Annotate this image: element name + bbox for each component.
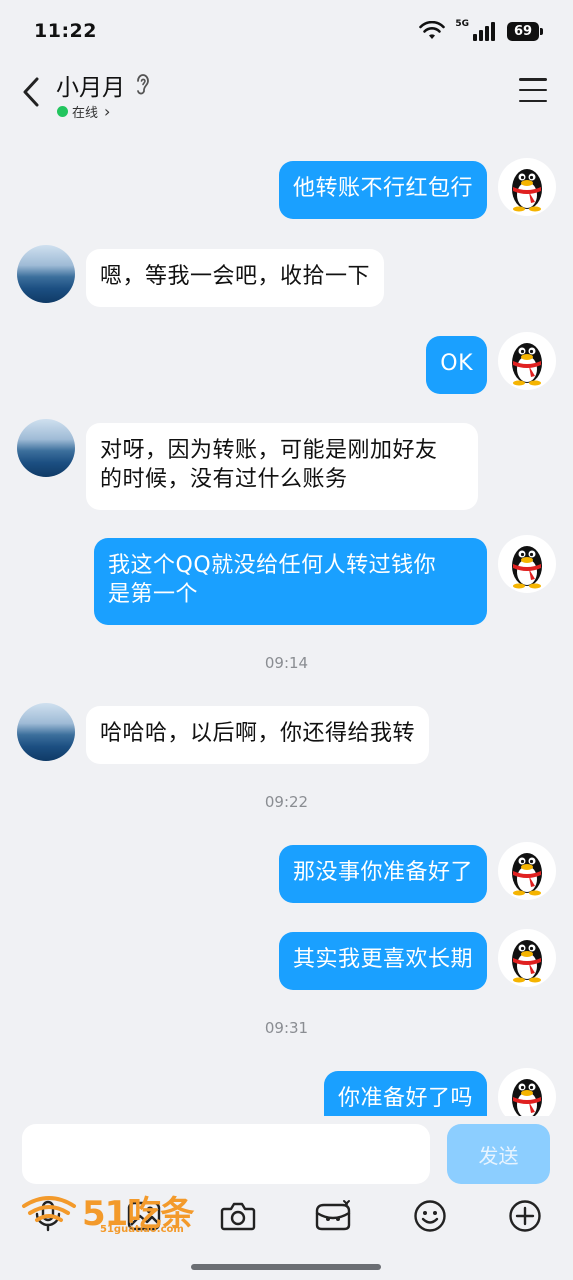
- timestamp: 09:31: [264, 1019, 309, 1037]
- message-text: 嗯，等我一会吧，收拾一下: [100, 264, 371, 289]
- back-arrow-icon: [23, 77, 39, 107]
- message-text-line: 我这个QQ就没给任何人转过钱你: [108, 553, 437, 578]
- message-text: 你准备好了吗: [337, 1086, 473, 1111]
- contact-name[interactable]: 小月月: [56, 68, 125, 102]
- menu-line: [519, 78, 547, 81]
- message-text-line: 的时候，没有过什么账务: [100, 467, 348, 492]
- timestamp: 09:22: [264, 793, 309, 811]
- camera-icon: [220, 1202, 256, 1231]
- avatar-self[interactable]: [498, 1068, 556, 1116]
- status-bar: 11:22 5G 69: [0, 0, 573, 62]
- status-icons: 5G 69: [419, 19, 543, 41]
- menu-button[interactable]: [519, 78, 547, 102]
- red-packet-button[interactable]: [311, 1194, 355, 1238]
- image-button[interactable]: [122, 1194, 166, 1238]
- message-bubble-outgoing[interactable]: 那没事你准备好了: [278, 845, 487, 903]
- message-text: 他转账不行红包行: [292, 176, 473, 201]
- chat-header: 小月月 在线 ›: [0, 62, 573, 134]
- message-text: 其实我更喜欢长期: [292, 947, 473, 972]
- avatar-self[interactable]: [498, 929, 556, 987]
- red-packet-icon: [315, 1200, 351, 1231]
- plus-icon: [509, 1200, 541, 1232]
- avatar-self[interactable]: [498, 332, 556, 390]
- avatar-contact[interactable]: [17, 245, 75, 303]
- message-bubble-outgoing[interactable]: 你准备好了吗: [323, 1071, 487, 1116]
- online-status-label: 在线: [72, 106, 99, 121]
- wifi-icon: [419, 21, 446, 41]
- message-text: 哈哈哈，以后啊，你还得给我转: [100, 721, 416, 746]
- battery-icon: 69: [507, 21, 543, 41]
- message-bubble-outgoing[interactable]: 我这个QQ就没给任何人转过钱你 是第一个: [94, 538, 487, 625]
- ear-icon[interactable]: [134, 72, 152, 100]
- message-text-line: 对呀，因为转账，可能是刚加好友: [100, 438, 438, 463]
- input-area: 发送: [0, 1116, 573, 1280]
- avatar-contact[interactable]: [17, 703, 75, 761]
- voice-icon: [35, 1200, 61, 1232]
- message-text-line: 是第一个: [108, 582, 199, 607]
- message-text: 那没事你准备好了: [292, 860, 473, 885]
- message-bubble-outgoing[interactable]: 其实我更喜欢长期: [278, 932, 487, 990]
- message-bubble-outgoing[interactable]: OK: [426, 336, 487, 394]
- menu-line: [519, 99, 547, 102]
- avatar-self[interactable]: [498, 535, 556, 593]
- camera-button[interactable]: [216, 1194, 260, 1238]
- message-bubble-incoming[interactable]: 嗯，等我一会吧，收拾一下: [86, 249, 385, 307]
- voice-button[interactable]: [26, 1194, 70, 1238]
- status-time: 11:22: [34, 20, 97, 42]
- message-bubble-incoming[interactable]: 对呀，因为转账，可能是刚加好友 的时候，没有过什么账务: [86, 423, 478, 510]
- message-bubble-outgoing[interactable]: 他转账不行红包行: [278, 161, 487, 219]
- input-toolbar: [0, 1194, 573, 1244]
- back-button[interactable]: [16, 72, 46, 112]
- online-status[interactable]: 在线 ›: [57, 102, 110, 121]
- chevron-right-icon: ›: [104, 102, 111, 121]
- message-input[interactable]: [22, 1124, 430, 1184]
- image-icon: [127, 1201, 161, 1231]
- avatar-self[interactable]: [498, 158, 556, 216]
- plus-button[interactable]: [503, 1194, 547, 1238]
- avatar-contact[interactable]: [17, 419, 75, 477]
- emoji-button[interactable]: [408, 1194, 452, 1238]
- message-text: OK: [440, 351, 473, 376]
- emoji-icon: [414, 1200, 446, 1232]
- avatar-self[interactable]: [498, 842, 556, 900]
- chat-messages[interactable]: 他转账不行红包行 嗯，等我一会吧，收拾一下 OK 对呀，因为转账，可能是刚加好友…: [0, 134, 573, 1116]
- qq-penguin-icon: [512, 1079, 542, 1116]
- message-bubble-incoming[interactable]: 哈哈哈，以后啊，你还得给我转: [86, 706, 430, 764]
- qq-penguin-icon: [512, 343, 542, 386]
- network-label: 5G: [455, 19, 469, 29]
- qq-penguin-icon: [512, 546, 542, 589]
- timestamp: 09:14: [264, 654, 309, 672]
- signal-icon: [473, 21, 497, 41]
- home-indicator[interactable]: [191, 1264, 381, 1270]
- qq-penguin-icon: [512, 853, 542, 896]
- send-button[interactable]: 发送: [447, 1124, 550, 1184]
- qq-penguin-icon: [512, 940, 542, 983]
- menu-line: [519, 88, 547, 92]
- online-dot: [57, 106, 68, 117]
- qq-penguin-icon: [512, 169, 542, 212]
